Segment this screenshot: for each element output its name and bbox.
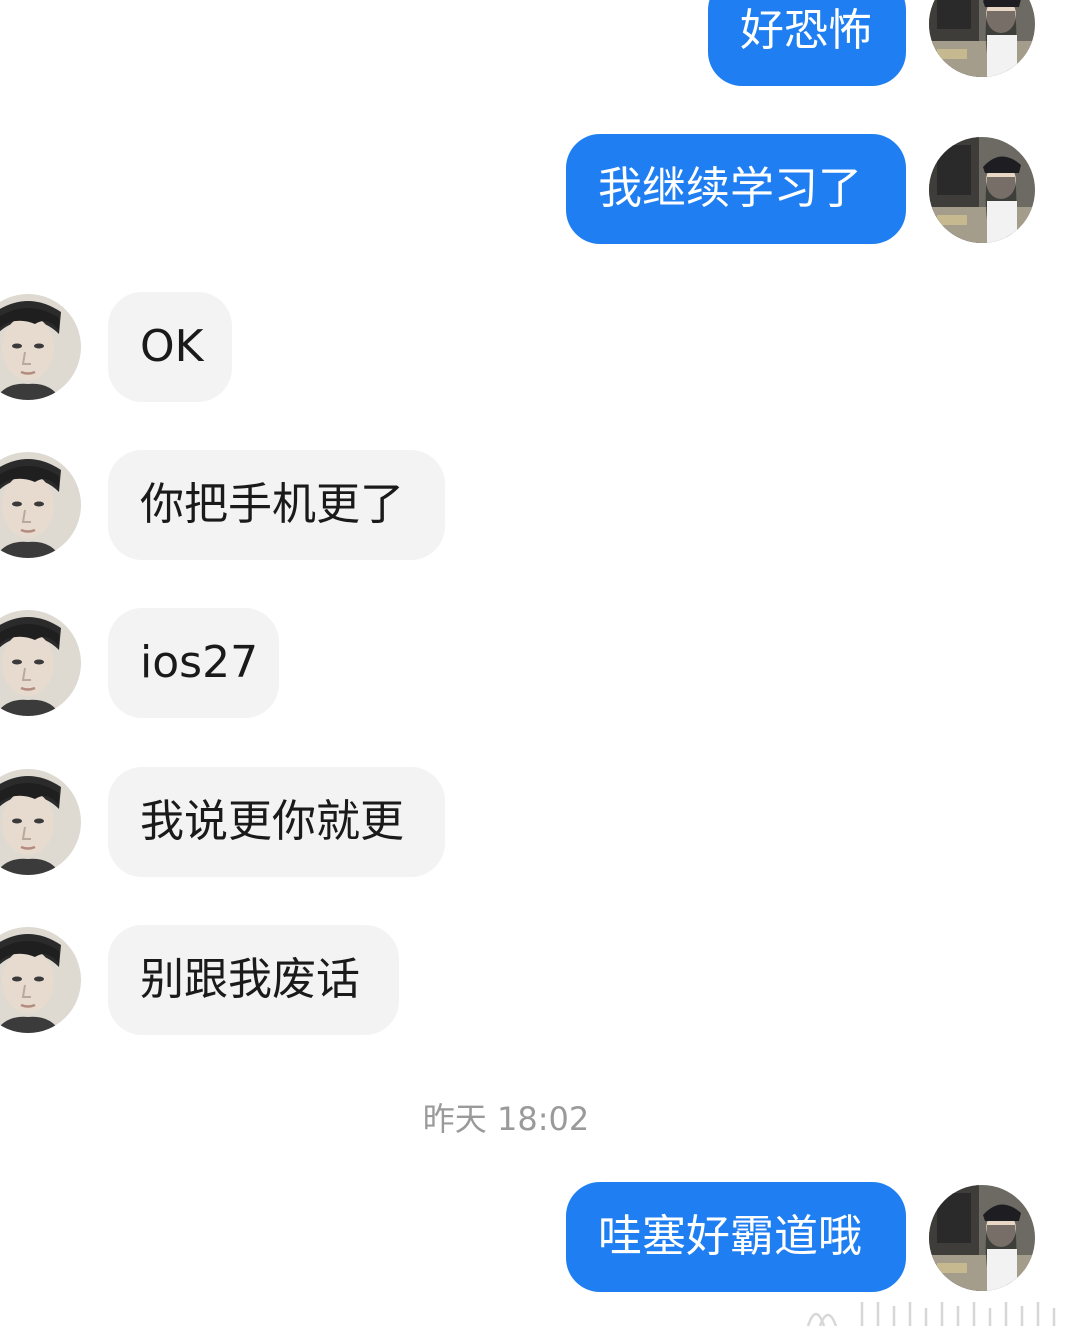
user-photo-icon (929, 0, 1035, 77)
message-text: OK (140, 321, 204, 372)
contact-avatar[interactable] (0, 927, 81, 1033)
my-avatar[interactable] (929, 137, 1035, 243)
message-text: 别跟我废话 (140, 954, 360, 1005)
message-row-incoming: 别跟我废话 (0, 925, 1080, 1035)
message-row-outgoing: 哇塞好霸道哦 (0, 1182, 1080, 1292)
message-bubble-incoming[interactable]: OK (108, 292, 232, 402)
message-row-outgoing: 好恐怖 (0, 0, 1080, 86)
message-text: 哇塞好霸道哦 (598, 1211, 862, 1262)
message-row-incoming: 你把手机更了 (0, 450, 1080, 560)
message-bubble-outgoing[interactable]: 我继续学习了 (566, 134, 906, 244)
contact-avatar[interactable] (0, 452, 81, 558)
contact-photo-icon (0, 927, 81, 1033)
chat-thread: 好恐怖 我继续学习了 OK 你把手机更了 ios27 我说更你就更 别跟我废话 … (0, 0, 1080, 1338)
message-text: 我继续学习了 (598, 163, 862, 214)
message-text: 我说更你就更 (140, 796, 404, 847)
user-photo-icon (929, 137, 1035, 243)
message-text: ios27 (140, 637, 259, 688)
message-row-incoming: 我说更你就更 (0, 767, 1080, 877)
message-bubble-outgoing[interactable]: 好恐怖 (708, 0, 906, 86)
message-text: 你把手机更了 (140, 479, 404, 530)
message-row-incoming: OK (0, 292, 1080, 402)
contact-photo-icon (0, 769, 81, 875)
watermark-icon (806, 1302, 1056, 1327)
message-row-outgoing: 我继续学习了 (0, 134, 1080, 244)
my-avatar[interactable] (929, 1185, 1035, 1291)
message-text: 好恐怖 (740, 5, 872, 56)
contact-photo-icon (0, 294, 81, 400)
message-bubble-incoming[interactable]: ios27 (108, 608, 279, 718)
message-bubble-outgoing[interactable]: 哇塞好霸道哦 (566, 1182, 906, 1292)
contact-photo-icon (0, 452, 81, 558)
timestamp-divider: 昨天 18:02 (422, 1100, 590, 1138)
user-photo-icon (929, 1185, 1035, 1291)
message-row-incoming: ios27 (0, 608, 1080, 718)
message-bubble-incoming[interactable]: 我说更你就更 (108, 767, 445, 877)
contact-avatar[interactable] (0, 294, 81, 400)
my-avatar[interactable] (929, 0, 1035, 77)
message-bubble-incoming[interactable]: 别跟我废话 (108, 925, 399, 1035)
contact-photo-icon (0, 610, 81, 716)
message-bubble-incoming[interactable]: 你把手机更了 (108, 450, 445, 560)
contact-avatar[interactable] (0, 769, 81, 875)
contact-avatar[interactable] (0, 610, 81, 716)
